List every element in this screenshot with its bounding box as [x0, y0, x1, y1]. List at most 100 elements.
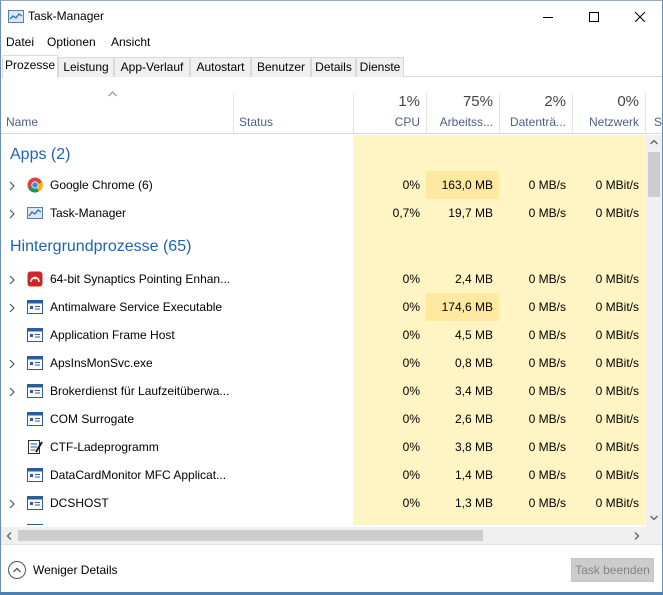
process-name: Google Chrome (6): [50, 178, 153, 192]
network-value: 0 MBit/s: [595, 440, 639, 454]
network-value: 0 MBit/s: [595, 384, 639, 398]
table-row[interactable]: Google Chrome (6) 0% 163,0 MB 0 MB/s 0 MBit/…: [1, 171, 646, 199]
tab-leistung[interactable]: Leistung: [58, 57, 114, 77]
tab-dienste[interactable]: Dienste: [356, 57, 404, 77]
column-status-label: Status: [239, 115, 274, 129]
end-task-button[interactable]: Task beenden: [571, 558, 654, 582]
memory-value: 0,8 MB: [454, 356, 493, 370]
cpu-value: 0%: [402, 468, 420, 482]
fewer-details-link[interactable]: Weniger Details: [33, 563, 117, 577]
sort-ascending-icon: [108, 91, 117, 97]
service-icon: [27, 299, 43, 315]
title-bar: Task-Manager: [1, 1, 662, 32]
minimize-button[interactable]: [525, 1, 571, 32]
process-name: Antimalware Service Executable: [50, 300, 223, 314]
chevron-right-icon[interactable]: [8, 208, 16, 219]
scroll-up-icon[interactable]: [650, 139, 658, 145]
service-icon: [27, 411, 43, 427]
service-icon: [27, 495, 43, 511]
collapse-up-icon[interactable]: [8, 561, 26, 579]
memory-value: 174,6 MB: [441, 300, 493, 314]
disk-value: 0 MB/s: [528, 412, 566, 426]
network-value: 0 MBit/s: [595, 300, 639, 314]
table-row[interactable]: Task-Manager 0,7% 19,7 MB 0 MB/s 0 MBit/s: [1, 199, 646, 227]
process-name: DCSHOST: [50, 496, 109, 510]
task-manager-app-icon: [8, 10, 24, 23]
ctf-icon: [27, 439, 43, 455]
memory-value: 19,7 MB: [448, 206, 493, 220]
menu-datei[interactable]: Datei: [6, 35, 34, 49]
memory-value: 163,0 MB: [441, 178, 493, 192]
table-row[interactable]: Antimalware Service Executable 0% 174,6 MB…: [1, 293, 646, 321]
cpu-value: 0%: [402, 300, 420, 314]
service-icon: [27, 523, 43, 525]
network-value: 0 MBit/s: [595, 272, 639, 286]
task-manager-icon: [27, 205, 43, 221]
column-network[interactable]: 0% Netzwerk: [573, 89, 645, 133]
cpu-percent: 1%: [398, 93, 420, 110]
cpu-value: 0%: [402, 384, 420, 398]
table-row[interactable]: ApsInsMonSvc.exe 0% 0,8 MB 0 MB/s 0 MBit/s: [1, 349, 646, 377]
tab-prozesse[interactable]: Prozesse: [2, 55, 58, 78]
service-icon: [27, 355, 43, 371]
network-value: 0 MBit/s: [595, 178, 639, 192]
process-name: CTF-Ladeprogramm: [50, 440, 159, 454]
tab-benutzer[interactable]: Benutzer: [251, 57, 311, 77]
column-disk[interactable]: 2% Datenträ...: [500, 89, 572, 133]
vertical-scroll-thumb[interactable]: [648, 152, 660, 197]
chevron-right-icon[interactable]: [8, 274, 16, 285]
group-background[interactable]: Hintergrundprozesse (65): [1, 227, 646, 255]
table-row[interactable]: [1, 517, 646, 525]
table-row[interactable]: DCSHOST 0% 1,3 MB 0 MB/s 0 MBit/s: [1, 489, 646, 517]
close-icon: [635, 11, 645, 22]
chevron-right-icon[interactable]: [8, 498, 16, 509]
scroll-down-icon[interactable]: [650, 515, 658, 521]
table-row[interactable]: Application Frame Host 0% 4,5 MB 0 MB/s 0 MB…: [1, 321, 646, 349]
tab-app-verlauf[interactable]: App-Verlauf: [114, 57, 190, 77]
table-row[interactable]: COM Surrogate 0% 2,6 MB 0 MB/s 0 MBit/s: [1, 405, 646, 433]
table-row[interactable]: CTF-Ladeprogramm 0% 3,8 MB 0 MB/s 0 MBit/s: [1, 433, 646, 461]
horizontal-scroll-thumb[interactable]: [18, 530, 483, 541]
scroll-right-icon[interactable]: [634, 532, 640, 540]
process-name: Task-Manager: [50, 206, 127, 220]
disk-value: 0 MB/s: [528, 300, 566, 314]
close-button[interactable]: [617, 1, 662, 32]
synaptics-icon: [27, 271, 43, 287]
table-row[interactable]: Brokerdienst für Laufzeitüberwa... 0% 3,4 …: [1, 377, 646, 405]
disk-value: 0 MB/s: [528, 272, 566, 286]
memory-value: 2,4 MB: [454, 272, 493, 286]
group-apps[interactable]: Apps (2): [1, 135, 646, 163]
network-percent: 0%: [617, 93, 639, 110]
column-status[interactable]: Status: [234, 89, 353, 133]
chevron-right-icon[interactable]: [8, 358, 16, 369]
chevron-right-icon[interactable]: [8, 180, 16, 191]
chevron-right-icon[interactable]: [8, 302, 16, 313]
vertical-scrollbar[interactable]: [646, 135, 662, 527]
disk-value: 0 MB/s: [528, 440, 566, 454]
tab-details[interactable]: Details: [311, 57, 356, 77]
table-row[interactable]: 64-bit Synaptics Pointing Enhan... 0% 2,4 …: [1, 265, 646, 293]
chevron-right-icon[interactable]: [8, 386, 16, 397]
scroll-left-icon[interactable]: [6, 532, 12, 540]
scrollbar-corner: [646, 527, 662, 544]
memory-value: 1,4 MB: [454, 468, 493, 482]
tab-autostart[interactable]: Autostart: [190, 57, 251, 77]
disk-value: 0 MB/s: [528, 206, 566, 220]
column-name[interactable]: Name: [1, 89, 233, 133]
cpu-label: CPU: [394, 115, 420, 129]
process-name: COM Surrogate: [50, 412, 135, 426]
horizontal-scrollbar[interactable]: [1, 527, 646, 544]
disk-value: 0 MB/s: [528, 178, 566, 192]
column-extra[interactable]: St: [646, 89, 662, 133]
footer: Weniger Details Task beenden: [1, 544, 662, 594]
service-icon: [27, 327, 43, 343]
menu-optionen[interactable]: Optionen: [47, 35, 96, 49]
menu-ansicht[interactable]: Ansicht: [111, 35, 150, 49]
column-memory[interactable]: 75% Arbeitss...: [427, 89, 499, 133]
column-cpu[interactable]: 1% CPU: [354, 89, 426, 133]
process-name: ApsInsMonSvc.exe: [50, 356, 153, 370]
cpu-value: 0,7%: [392, 206, 420, 220]
network-value: 0 MBit/s: [595, 468, 639, 482]
table-row[interactable]: DataCardMonitor MFC Applicat... 0% 1,4 MB 0…: [1, 461, 646, 489]
maximize-button[interactable]: [571, 1, 617, 32]
